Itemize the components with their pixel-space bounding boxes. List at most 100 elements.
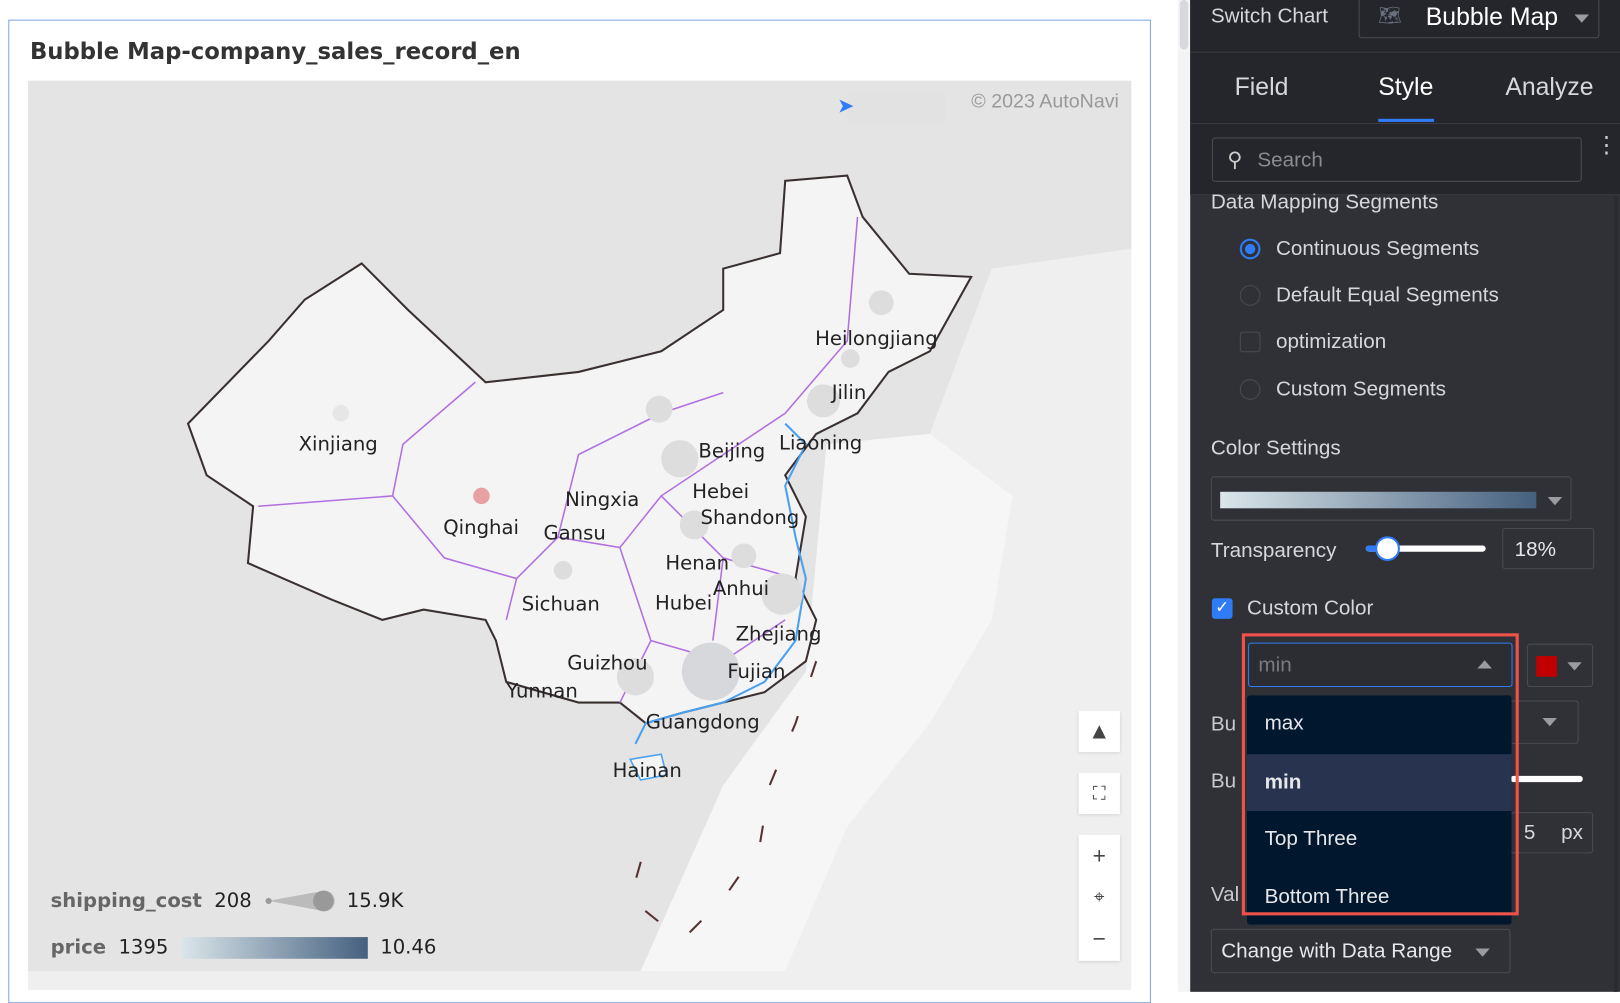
search-placeholder: Search: [1257, 148, 1323, 172]
chevron-down-icon: [1547, 496, 1563, 506]
custom-color-picker[interactable]: [1527, 643, 1594, 688]
px-unit: px: [1561, 821, 1583, 845]
bubble[interactable]: [332, 404, 350, 422]
province-label: Guangdong: [645, 710, 760, 734]
province-label: Henan: [665, 551, 730, 575]
province-label: Sichuan: [521, 593, 600, 616]
bubble-map-icon: 🗺: [1378, 5, 1402, 26]
custom-color-label[interactable]: Custom Color: [1247, 597, 1373, 621]
switch-chart-label: Switch Chart: [1210, 5, 1328, 28]
active-tab-indicator: [1378, 118, 1435, 122]
chevron-down-icon: [1542, 718, 1557, 727]
radio-custom-segments[interactable]: [1239, 379, 1261, 400]
bubble[interactable]: [868, 290, 894, 316]
province-label: Shandong: [700, 506, 800, 529]
navigation-icon: ➤: [837, 95, 855, 118]
option-optimization-label[interactable]: optimization: [1276, 331, 1386, 355]
size-legend-field: shipping_cost: [50, 889, 202, 913]
map-logo-blur: [847, 92, 946, 124]
chevron-down-icon: [1567, 662, 1582, 671]
px-value: 5: [1523, 821, 1536, 845]
data-mapping-title: Data Mapping Segments: [1210, 191, 1439, 214]
tab-field[interactable]: Field: [1235, 73, 1289, 102]
transparency-slider[interactable]: [1365, 536, 1486, 562]
option-default-equal-label[interactable]: Default Equal Segments: [1276, 284, 1499, 308]
transparency-value: 18%: [1514, 538, 1556, 562]
bubble-row-label: Bu: [1210, 712, 1237, 736]
radio-default-equal[interactable]: [1239, 285, 1261, 306]
province-label: Hubei: [655, 592, 713, 615]
bubble[interactable]: [840, 349, 860, 368]
radio-continuous[interactable]: [1239, 238, 1261, 260]
chevron-down-icon: [1475, 948, 1490, 957]
page-scrollbar-thumb[interactable]: [1179, 0, 1189, 50]
fit-view-button[interactable]: ⛶: [1078, 772, 1120, 815]
bubble-size-label: Bu: [1210, 769, 1237, 793]
chart-type-value: Bubble Map: [1425, 3, 1559, 31]
range-select[interactable]: Change with Data Range: [1210, 928, 1511, 974]
zoom-controls: + ⌖ −: [1078, 834, 1120, 961]
bubble-px-input[interactable]: 5 px: [1510, 812, 1594, 854]
option-custom-segments-label[interactable]: Custom Segments: [1276, 378, 1446, 402]
bubble[interactable]: [553, 561, 573, 580]
search-icon: ⚲: [1227, 148, 1243, 172]
province-label: Zhejiang: [735, 622, 822, 646]
color-swatch: [1536, 656, 1557, 677]
size-legend-max: 15.9K: [346, 889, 404, 913]
province-label: Ningxia: [565, 488, 640, 512]
bubble-size-slider[interactable]: [1510, 775, 1583, 783]
panel-header: Switch Chart 🗺 Bubble Map: [1190, 0, 1620, 53]
highlight-box: [1241, 633, 1519, 916]
option-continuous-label[interactable]: Continuous Segments: [1276, 238, 1479, 262]
tab-analyze[interactable]: Analyze: [1505, 73, 1593, 102]
province-label: Gansu: [543, 521, 606, 545]
province-label: Hebei: [692, 480, 750, 504]
checkbox-optimization[interactable]: [1239, 331, 1261, 353]
settings-panel: Switch Chart 🗺 Bubble Map Field Style An…: [1190, 0, 1620, 992]
color-legend-max: 10.46: [380, 936, 437, 959]
panel-tabs: Field Style Analyze: [1190, 52, 1620, 124]
province-label: Anhui: [712, 577, 770, 601]
province-label: Guizhou: [567, 651, 648, 675]
color-scheme-select[interactable]: [1210, 476, 1572, 521]
province-label: Yunnan: [506, 679, 578, 703]
bubble-highlight[interactable]: [473, 487, 490, 505]
bubble[interactable]: [731, 543, 757, 569]
warning-icon: ▲: [1088, 718, 1111, 744]
bubble-map[interactable]: © 2023 AutoNavi ➤ Heilongjiang Jilin Lia…: [27, 80, 1132, 990]
zoom-in-icon[interactable]: +: [1093, 843, 1106, 870]
locate-icon[interactable]: ⌖: [1094, 887, 1104, 909]
transparency-label: Transparency: [1210, 539, 1337, 563]
size-legend-wedge: [265, 890, 335, 912]
size-legend: shipping_cost 208 15.9K: [51, 889, 404, 914]
color-legend-gradient: [180, 936, 368, 959]
warning-button[interactable]: ▲: [1078, 710, 1120, 753]
province-label: Xinjiang: [298, 432, 378, 456]
bubble[interactable]: [645, 395, 673, 423]
custom-color-checkbox[interactable]: ✓: [1211, 598, 1233, 619]
bubble[interactable]: [661, 440, 699, 478]
search-bar: ⚲ Search ⋮: [1190, 123, 1620, 196]
color-scheme-gradient: [1220, 491, 1537, 509]
province-label: Fujian: [727, 660, 786, 683]
province-label: Heilongjiang: [815, 327, 938, 351]
transparency-input[interactable]: 18%: [1502, 527, 1595, 570]
fit-view-icon: ⛶: [1092, 782, 1106, 804]
color-legend: price 1395 10.46: [51, 936, 437, 959]
tab-style[interactable]: Style: [1378, 73, 1433, 102]
more-options-icon[interactable]: ⋮: [1595, 133, 1618, 156]
chevron-down-icon: [1574, 14, 1589, 23]
province-label: Liaoning: [779, 431, 863, 455]
zoom-out-icon[interactable]: −: [1093, 926, 1106, 953]
range-select-value: Change with Data Range: [1221, 940, 1453, 963]
value-row-label: Val: [1210, 883, 1240, 907]
size-legend-min: 208: [214, 889, 252, 913]
chart-type-select[interactable]: 🗺 Bubble Map: [1358, 0, 1600, 39]
panel-scrollbar[interactable]: [1613, 196, 1618, 992]
province-label: Hainan: [612, 759, 682, 783]
color-settings-title: Color Settings: [1210, 437, 1341, 460]
page-scrollbar[interactable]: [1177, 0, 1191, 992]
transparency-slider-handle[interactable]: [1375, 536, 1400, 562]
search-input[interactable]: ⚲ Search: [1211, 137, 1582, 182]
chart-card: Bubble Map-company_sales_record_en © 202…: [8, 19, 1151, 1003]
